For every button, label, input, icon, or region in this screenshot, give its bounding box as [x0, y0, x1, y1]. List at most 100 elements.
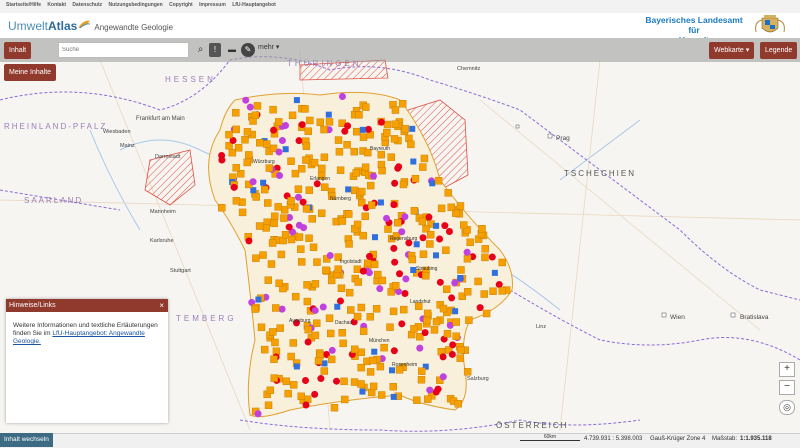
marker-red-dot[interactable]: [448, 294, 456, 302]
marker-red-dot[interactable]: [302, 376, 310, 384]
marker-red-dot[interactable]: [476, 304, 484, 312]
marker-square[interactable]: [357, 380, 365, 388]
marker-purple-dot[interactable]: [426, 386, 434, 394]
marker-square[interactable]: [474, 277, 482, 286]
marker-square[interactable]: [243, 128, 252, 136]
marker-square[interactable]: [295, 233, 304, 241]
marker-square[interactable]: [311, 280, 320, 288]
marker-square[interactable]: [426, 240, 434, 248]
marker-square[interactable]: [260, 345, 269, 354]
marker-red-dot[interactable]: [285, 223, 293, 231]
marker-square[interactable]: [444, 189, 452, 197]
marker-square[interactable]: [304, 127, 312, 135]
marker-square[interactable]: [297, 245, 305, 253]
marker-square[interactable]: [288, 111, 297, 120]
marker-square[interactable]: [377, 391, 386, 399]
marker-square[interactable]: [345, 240, 353, 248]
marker-square[interactable]: [301, 105, 309, 113]
marker-square[interactable]: [264, 401, 273, 410]
marker-square[interactable]: [419, 250, 428, 258]
marker-square[interactable]: [232, 109, 240, 117]
marker-square[interactable]: [466, 238, 474, 246]
marker-square[interactable]: [257, 323, 266, 332]
marker-purple-dot[interactable]: [275, 148, 283, 156]
marker-square[interactable]: [282, 377, 291, 385]
marker-square[interactable]: [241, 136, 249, 144]
marker-square[interactable]: [443, 285, 451, 293]
marker-square[interactable]: [270, 374, 278, 382]
marker-square[interactable]: [353, 265, 362, 273]
marker-square[interactable]: [218, 204, 226, 212]
marker-red-dot[interactable]: [448, 350, 456, 358]
marker-blue-square[interactable]: [457, 274, 464, 281]
marker-red-dot[interactable]: [495, 281, 503, 289]
marker-red-dot[interactable]: [436, 278, 444, 286]
marker-square[interactable]: [423, 309, 432, 318]
marker-square[interactable]: [443, 330, 452, 338]
marker-square[interactable]: [225, 130, 233, 139]
marker-square[interactable]: [456, 354, 464, 362]
marker-purple-dot[interactable]: [402, 275, 410, 283]
marker-red-dot[interactable]: [419, 234, 427, 242]
marker-square[interactable]: [310, 158, 319, 167]
marker-purple-dot[interactable]: [451, 279, 459, 287]
marker-red-dot[interactable]: [445, 228, 453, 236]
marker-square[interactable]: [284, 389, 292, 398]
link-kontakt[interactable]: Kontakt: [47, 2, 66, 8]
marker-purple-dot[interactable]: [365, 269, 373, 277]
marker-square[interactable]: [338, 217, 347, 225]
marker-square[interactable]: [460, 221, 468, 229]
marker-square[interactable]: [410, 207, 419, 215]
marker-square[interactable]: [294, 185, 303, 193]
marker-square[interactable]: [234, 144, 243, 152]
marker-square[interactable]: [358, 187, 366, 196]
marker-blue-square[interactable]: [433, 252, 440, 259]
marker-square[interactable]: [243, 158, 251, 167]
marker-purple-dot[interactable]: [249, 178, 257, 186]
marker-purple-dot[interactable]: [295, 221, 303, 229]
marker-square[interactable]: [311, 331, 320, 340]
marker-square[interactable]: [352, 169, 360, 177]
marker-red-dot[interactable]: [302, 401, 310, 409]
marker-red-dot[interactable]: [390, 201, 398, 209]
marker-square[interactable]: [302, 142, 311, 150]
marker-purple-dot[interactable]: [278, 137, 286, 145]
marker-square[interactable]: [232, 197, 241, 205]
marker-square[interactable]: [259, 251, 267, 259]
marker-red-dot[interactable]: [390, 347, 398, 355]
marker-square[interactable]: [325, 314, 334, 322]
marker-square[interactable]: [297, 392, 305, 401]
marker-square[interactable]: [407, 140, 415, 149]
marker-square[interactable]: [413, 396, 421, 404]
link-impressum[interactable]: Impressum: [199, 2, 226, 8]
marker-red-dot[interactable]: [398, 320, 406, 328]
marker-purple-dot[interactable]: [294, 193, 302, 201]
marker-square[interactable]: [434, 177, 443, 185]
marker-square[interactable]: [353, 127, 361, 136]
marker-square[interactable]: [275, 118, 283, 126]
marker-square[interactable]: [347, 306, 355, 314]
marker-square[interactable]: [480, 290, 488, 298]
marker-square[interactable]: [297, 258, 306, 266]
marker-square[interactable]: [439, 304, 448, 313]
marker-purple-dot[interactable]: [311, 306, 319, 314]
marker-square[interactable]: [304, 325, 312, 334]
marker-blue-square[interactable]: [410, 158, 417, 165]
marker-blue-square[interactable]: [321, 360, 328, 367]
marker-purple-dot[interactable]: [254, 410, 262, 418]
marker-square[interactable]: [390, 135, 399, 143]
marker-square[interactable]: [350, 147, 358, 156]
marker-square[interactable]: [452, 318, 460, 326]
marker-square[interactable]: [268, 239, 277, 247]
marker-square[interactable]: [437, 204, 446, 213]
inhalt-wechseln-button[interactable]: Inhalt wechseln: [0, 433, 53, 447]
marker-square[interactable]: [399, 305, 408, 314]
marker-blue-square[interactable]: [255, 296, 262, 303]
marker-square[interactable]: [481, 245, 489, 253]
marker-square[interactable]: [368, 201, 376, 209]
marker-square[interactable]: [456, 202, 465, 210]
marker-square[interactable]: [424, 395, 432, 403]
marker-red-dot[interactable]: [488, 253, 496, 261]
marker-square[interactable]: [419, 163, 427, 171]
marker-square[interactable]: [398, 100, 407, 108]
